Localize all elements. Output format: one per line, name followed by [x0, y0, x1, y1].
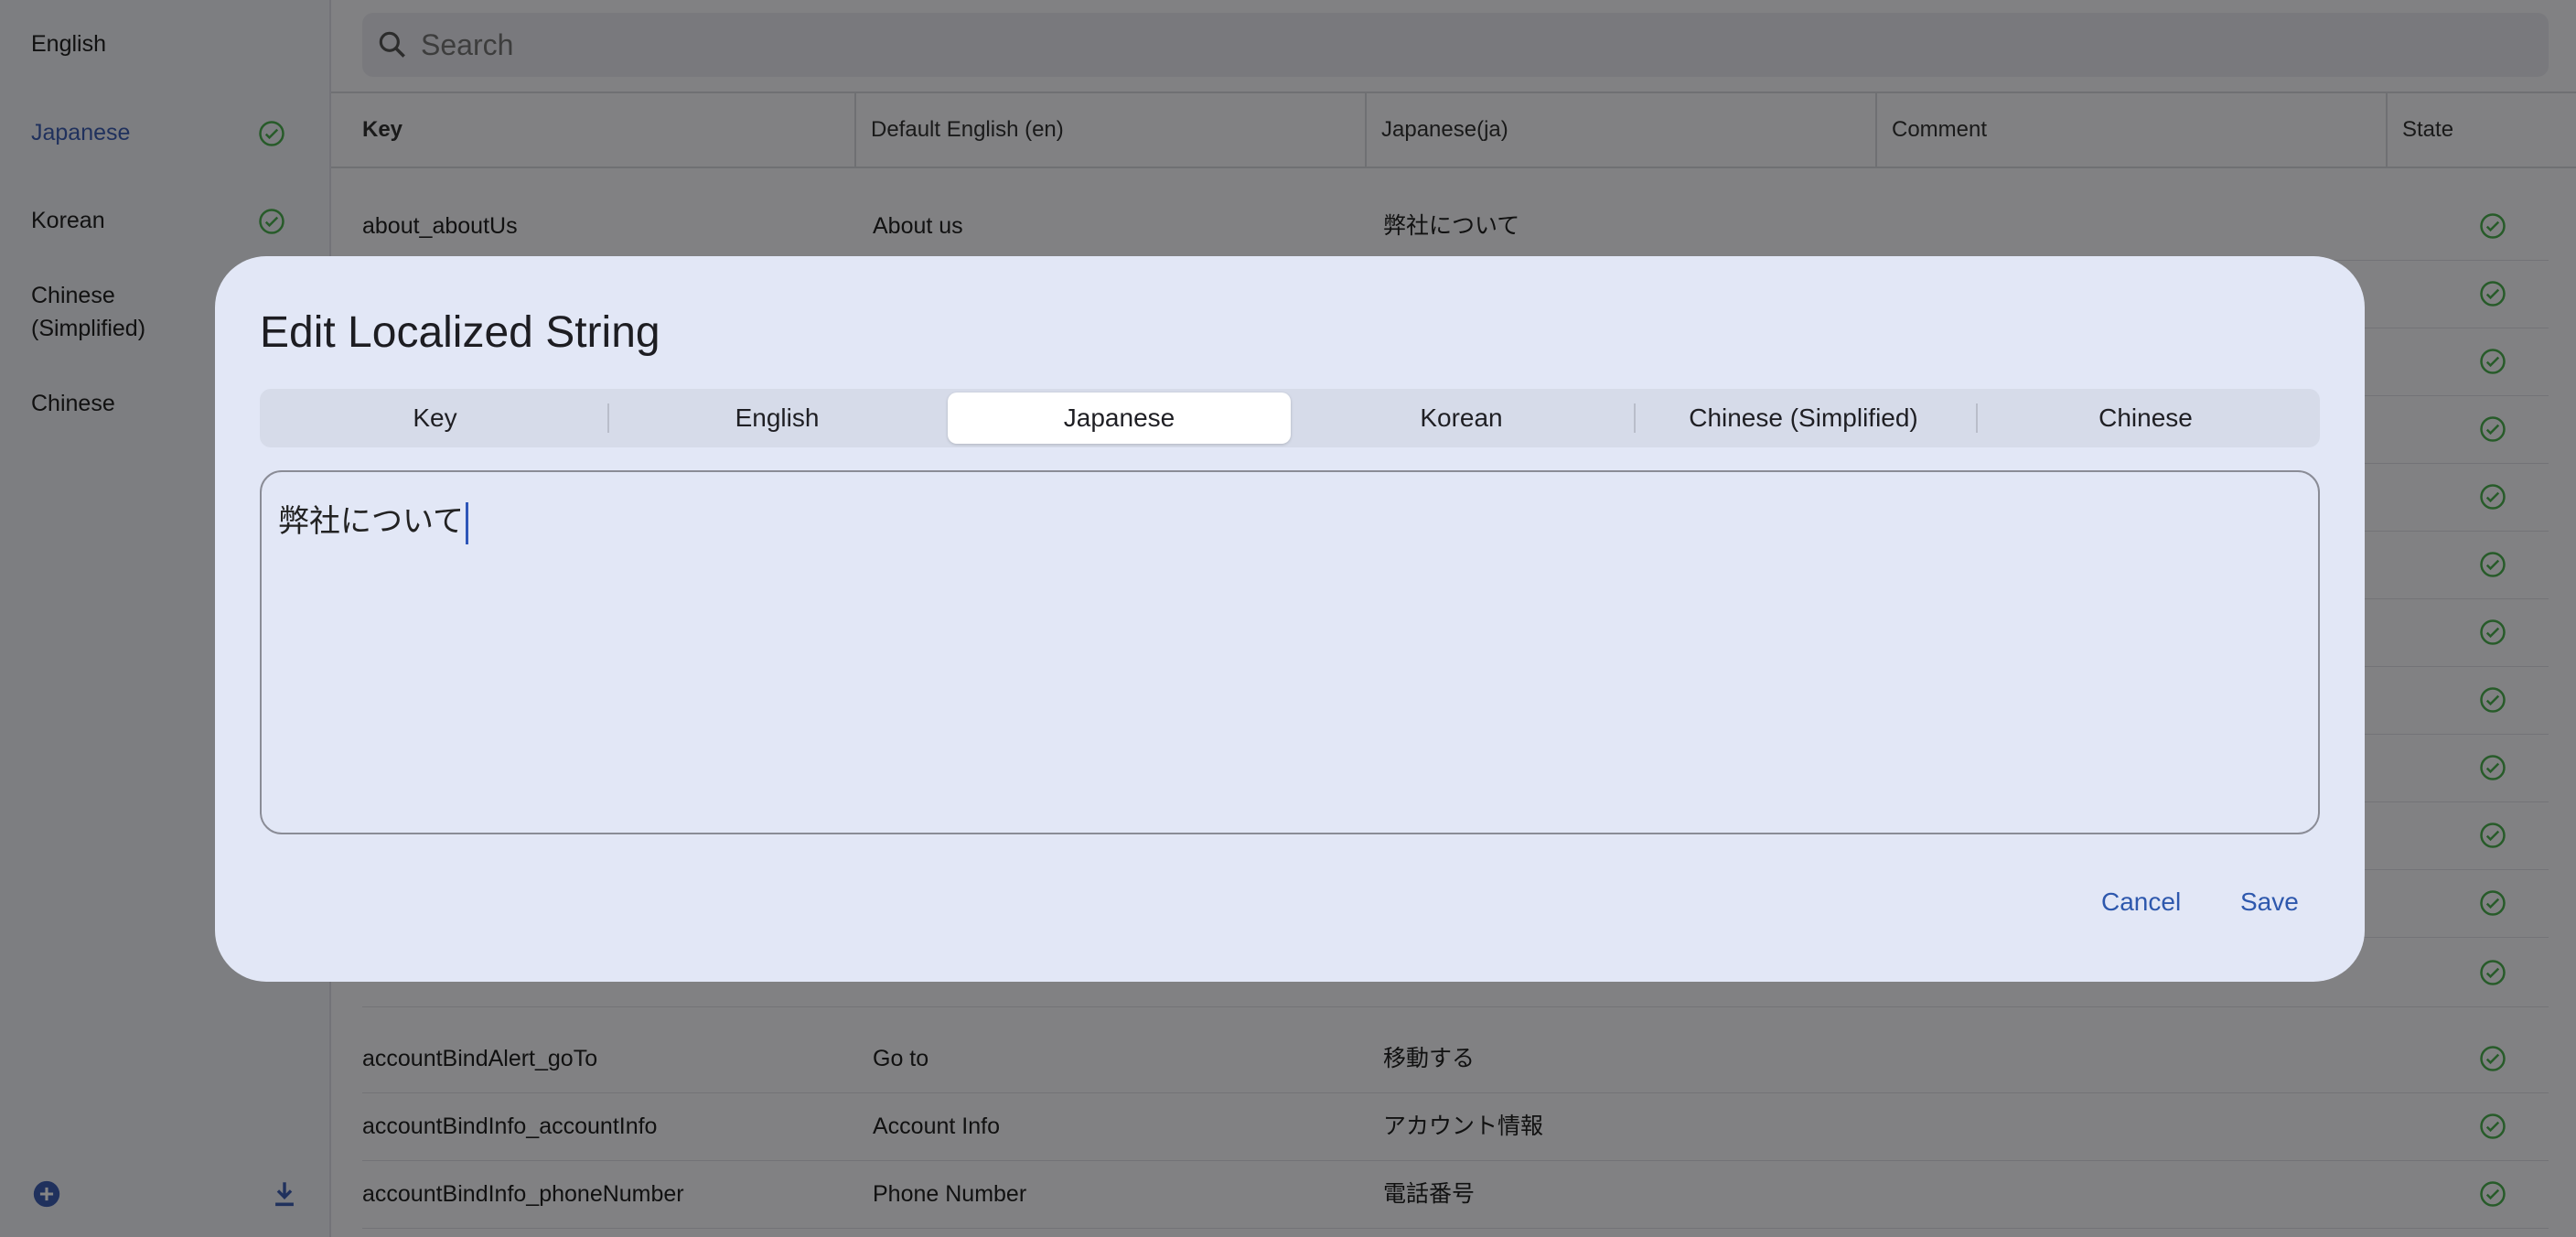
tab-japanese[interactable]: Japanese: [948, 393, 1291, 444]
text-caret: [465, 501, 468, 544]
save-button[interactable]: Save: [2240, 887, 2299, 917]
cancel-button[interactable]: Cancel: [2101, 887, 2181, 917]
edit-localized-string-dialog: Edit Localized String Key English Japane…: [215, 256, 2365, 982]
tab-korean[interactable]: Korean: [1290, 393, 1633, 444]
dialog-title: Edit Localized String: [260, 308, 660, 357]
localized-string-textarea[interactable]: 弊社について: [260, 470, 2320, 834]
tab-chinese[interactable]: Chinese: [1974, 393, 2317, 444]
tab-english[interactable]: English: [606, 393, 949, 444]
tab-chinese-simplified[interactable]: Chinese (Simplified): [1632, 393, 1975, 444]
language-tab-bar: Key English Japanese Korean Chinese (Sim…: [260, 389, 2320, 447]
tab-key[interactable]: Key: [263, 393, 606, 444]
textarea-value: 弊社について: [278, 496, 468, 544]
textarea-text: 弊社について: [278, 503, 464, 540]
